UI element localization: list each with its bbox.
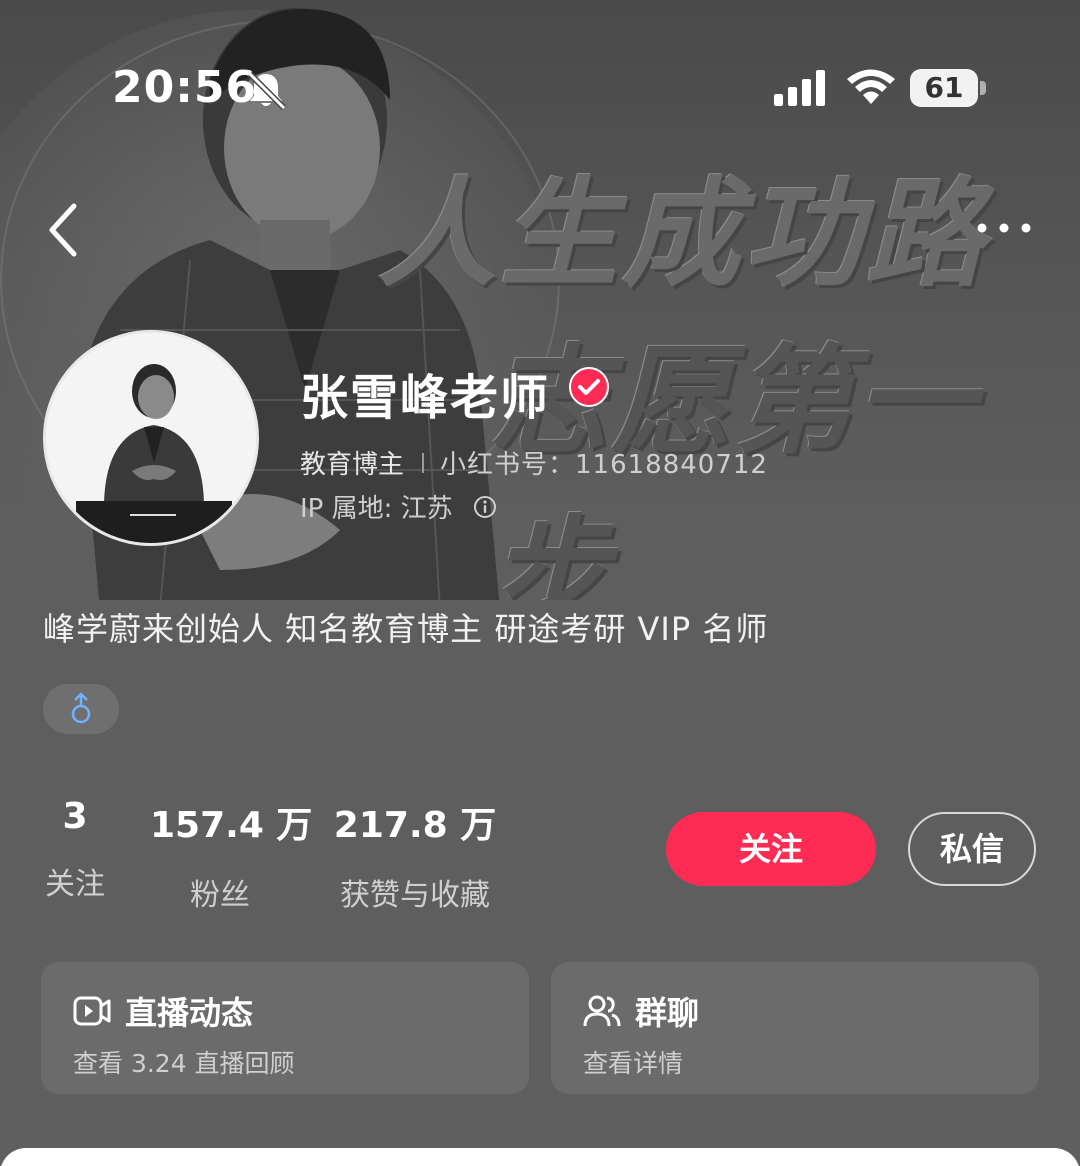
live-video-icon [73, 996, 111, 1026]
profile-page: 人生成功路 志愿第一步 20:56 61 张雪峰老师 教育博主 小红书号：116… [0, 0, 1080, 1166]
group-card-title-row: 群聊 [583, 988, 699, 1034]
info-circle-icon[interactable] [473, 495, 497, 519]
follow-button[interactable]: 关注 [666, 812, 876, 886]
red-id[interactable]: 小红书号：11618840712 [440, 444, 768, 481]
group-users-icon [583, 995, 621, 1027]
live-card-title: 直播动态 [125, 994, 254, 1032]
bell-muted-icon [247, 71, 287, 110]
gender-tag [43, 684, 119, 734]
battery-cap [980, 81, 986, 95]
following-value: 3 [62, 796, 88, 837]
ip-location: IP 属地: 江苏 [300, 494, 453, 524]
cover-slogan-line1: 人生成功路 [378, 165, 989, 303]
category-label: 教育博主 [300, 450, 405, 480]
following-label: 关注 [45, 867, 105, 902]
avatar[interactable] [43, 330, 259, 546]
stat-following[interactable]: 3 关注 [43, 796, 107, 903]
wifi-icon [847, 69, 895, 104]
group-card-subtitle: 查看详情 [583, 1049, 684, 1078]
fans-label: 粉丝 [190, 878, 250, 913]
avatar-photo [46, 333, 256, 543]
message-button[interactable]: 私信 [908, 812, 1036, 886]
fans-value: 157.4 万 [150, 805, 313, 846]
bio: 峰学蔚来创始人 知名教育博主 研途考研 VIP 名师 [43, 610, 769, 648]
likes-value: 217.8 万 [333, 805, 497, 846]
group-chat-card[interactable]: 群聊 查看详情 [551, 962, 1039, 1094]
male-icon [71, 692, 91, 724]
meta-separator [422, 452, 425, 473]
meta-row: 教育博主 小红书号：11618840712 [300, 444, 768, 481]
chevron-left-icon[interactable] [42, 198, 90, 262]
content-sheet-top [0, 1148, 1080, 1166]
live-activity-card[interactable]: 直播动态 查看 3.24 直播回顾 [41, 962, 529, 1094]
stat-fans[interactable]: 157.4 万 粉丝 [150, 796, 313, 914]
verified-check-icon [569, 367, 609, 407]
group-card-title: 群聊 [635, 994, 700, 1032]
nickname: 张雪峰老师 [300, 370, 551, 426]
likes-label: 获赞与收藏 [340, 878, 490, 913]
live-card-title-row: 直播动态 [73, 988, 253, 1034]
status-time: 20:56 [112, 62, 258, 113]
stat-likes[interactable]: 217.8 万 获赞与收藏 [332, 796, 498, 914]
ip-row: IP 属地: 江苏 [300, 488, 497, 525]
battery-level: 61 [924, 71, 964, 104]
signal-icon [774, 70, 825, 106]
more-dots-icon[interactable] [972, 208, 1036, 248]
battery-icon: 61 [910, 69, 986, 107]
live-card-subtitle: 查看 3.24 直播回顾 [73, 1049, 295, 1078]
